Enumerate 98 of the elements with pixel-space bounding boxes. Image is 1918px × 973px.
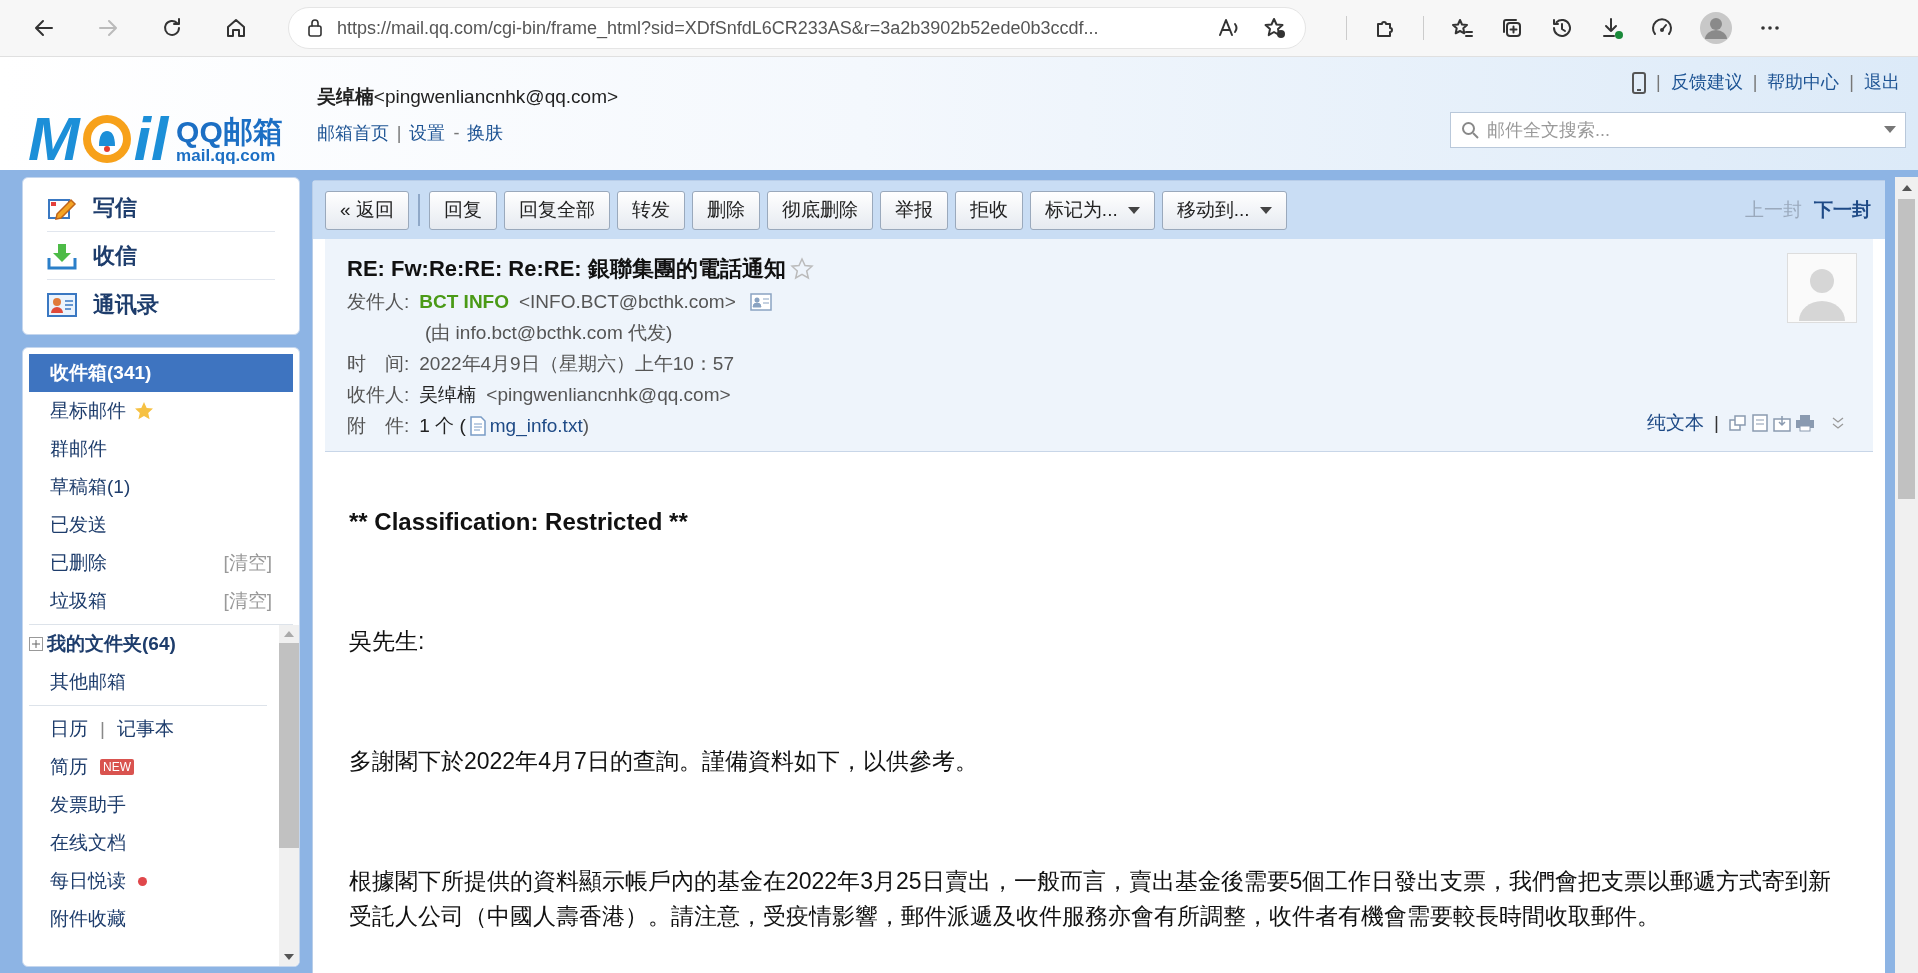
classification-heading: ** Classification: Restricted **: [349, 507, 689, 537]
user-email: <pingwenliancnhk@qq.com>: [373, 85, 619, 109]
chevron-down-icon[interactable]: [1831, 415, 1845, 430]
field-label: 收件人:: [347, 383, 410, 407]
toolbar-button[interactable]: 回复: [428, 190, 497, 230]
print-icon[interactable]: [1795, 413, 1815, 432]
lock-icon: [307, 18, 323, 38]
proxy-note: (由 info.bct@bcthk.com 代发): [425, 321, 673, 345]
folder-item[interactable]: 草稿箱(1): [29, 468, 293, 506]
separator: |: [396, 121, 402, 145]
sidebar-action[interactable]: 收信: [47, 232, 275, 280]
download-tray-icon: [47, 241, 77, 270]
folder-item[interactable]: 垃圾箱 [清空]: [29, 582, 293, 620]
mail-subject: RE: Fw:Re:RE: Re:RE: 銀聯集團的電話通知: [347, 255, 786, 283]
url-text: https://mail.qq.com/cgi-bin/frame_html?sid=XDfSnfdL6CR233AS&r=3a2b3902b52ede0b3ccdf...: [337, 16, 1099, 41]
separator: |: [1849, 71, 1854, 94]
toolbar-button[interactable]: « 返回: [325, 190, 409, 230]
tool-link[interactable]: 简历: [50, 752, 88, 782]
tool-link[interactable]: 发票助手: [50, 790, 126, 820]
tool-link[interactable]: 日历: [50, 714, 88, 744]
phone-icon[interactable]: [1631, 71, 1646, 94]
toolbar-button[interactable]: 举报: [879, 190, 948, 230]
avatar-icon[interactable]: [1700, 12, 1732, 44]
attachment-count: 1 个 (: [419, 414, 466, 438]
home-icon[interactable]: [224, 16, 248, 40]
toolbar-button[interactable]: 标记为...: [1029, 190, 1155, 230]
toolbar-button[interactable]: 拒收: [954, 190, 1023, 230]
folder-item[interactable]: 收件箱(341): [29, 354, 293, 392]
sidebar-action[interactable]: 通讯录: [47, 280, 275, 328]
folder-item[interactable]: 已删除 [清空]: [29, 544, 293, 582]
separator: |: [100, 716, 105, 741]
scrollbar[interactable]: [279, 625, 299, 966]
collections-icon[interactable]: [1500, 16, 1524, 40]
field-label: 时 间:: [347, 352, 410, 376]
logo-name: QQ邮箱: [176, 117, 283, 147]
separator: |: [1714, 410, 1719, 435]
body-paragraph: 吳先生:: [349, 627, 426, 656]
logo-text: M: [28, 108, 80, 170]
tool-link[interactable]: 在线文档: [50, 828, 126, 858]
folder-item[interactable]: 其他邮箱: [29, 663, 279, 701]
header-link[interactable]: 设置: [409, 119, 446, 147]
separator: -: [453, 121, 460, 145]
toolbar-button[interactable]: 回复全部: [503, 190, 610, 230]
avatar-icon: [1787, 253, 1857, 323]
header-link[interactable]: 反馈建议: [1670, 69, 1743, 96]
new-badge: NEW: [100, 759, 134, 775]
search-icon: [1461, 121, 1479, 139]
recipient-email: <pingwenliancnhk@qq.com>: [486, 383, 731, 407]
scroll-up-icon[interactable]: [1901, 185, 1912, 191]
scroll-down-icon[interactable]: [284, 954, 294, 960]
header-link[interactable]: 退出: [1864, 69, 1900, 96]
toolbar-button[interactable]: 转发: [616, 190, 685, 230]
body-paragraph: 多謝閣下於2022年4月7日的查詢。謹備資料如下，以供參考。: [349, 747, 979, 776]
download-icon[interactable]: [1600, 16, 1624, 40]
star-icon[interactable]: [789, 256, 814, 281]
caret-icon[interactable]: [1884, 126, 1896, 134]
header-link[interactable]: 换肤: [467, 119, 504, 147]
new-window-icon[interactable]: [1729, 414, 1747, 431]
folder-group[interactable]: 我的文件夹(64): [29, 625, 279, 663]
field-label: 发件人:: [347, 290, 410, 314]
star-plus-icon[interactable]: [1263, 16, 1287, 40]
header-link[interactable]: 帮助中心: [1767, 69, 1840, 96]
scrollbar[interactable]: [1895, 177, 1918, 973]
recipient-name: 吴绰楠: [419, 383, 477, 407]
separator: |: [1655, 71, 1661, 94]
favorites-icon[interactable]: [1450, 16, 1474, 40]
history-icon[interactable]: [1550, 16, 1574, 40]
toolbar-button[interactable]: 移动到...: [1161, 190, 1287, 230]
tool-link[interactable]: 附件收藏: [50, 904, 126, 934]
header-link[interactable]: 邮箱首页: [316, 119, 389, 147]
save-icon[interactable]: [1773, 413, 1791, 432]
body-paragraph: 根據閣下所提供的資料顯示帳戶內的基金在2022年3月25日賣出，一般而言，賣出基金後需要5個工作日發出支票，我們會把支票以郵遞方式寄到新受託人公司（中國人壽香港）。請注意，受疫情影響，郵件派遞及收件服務亦會有所調整，收件者有機會需要較長時間收取郵件。: [349, 867, 1833, 931]
tool-link[interactable]: 记事本: [116, 714, 174, 744]
paren: ): [582, 414, 589, 436]
separator: |: [1752, 71, 1758, 94]
field-label: 附 件:: [347, 414, 410, 438]
user-name: 吴绰楠: [316, 85, 374, 109]
logo-text: il: [133, 108, 169, 170]
mail-time: 2022年4月9日（星期六）上午10：57: [419, 352, 734, 376]
contact-card-icon: [47, 290, 77, 318]
folder-item[interactable]: 星标邮件: [29, 392, 293, 430]
folder-item[interactable]: 已发送: [29, 506, 293, 544]
logo-domain: mail.qq.com: [176, 147, 276, 164]
star-icon: [134, 401, 154, 421]
contact-card-icon[interactable]: [749, 292, 772, 311]
sender-email: <INFO.BCT@bcthk.com>: [519, 290, 736, 314]
mail-nav-link[interactable]: 下一封: [1814, 195, 1871, 225]
address-bar[interactable]: https://mail.qq.com/cgi-bin/frame_html?sid=XDfSnfdL6CR233AS&r=3a2b3902b52ede0b3ccdf...: [288, 7, 1306, 49]
sidebar-action[interactable]: 写信: [47, 184, 275, 232]
tool-link[interactable]: 每日悦读: [50, 866, 126, 896]
toolbar-button[interactable]: 删除: [691, 190, 760, 230]
expand-icon[interactable]: [29, 637, 43, 651]
search-field[interactable]: 邮件全文搜索...: [1450, 112, 1906, 148]
attachment-link[interactable]: mg_info.txt: [489, 410, 583, 441]
document-icon: [469, 415, 486, 436]
plain-text-link[interactable]: 纯文本: [1647, 408, 1705, 437]
folder-item[interactable]: 群邮件: [29, 430, 293, 468]
toolbar-button[interactable]: 彻底删除: [766, 190, 873, 230]
